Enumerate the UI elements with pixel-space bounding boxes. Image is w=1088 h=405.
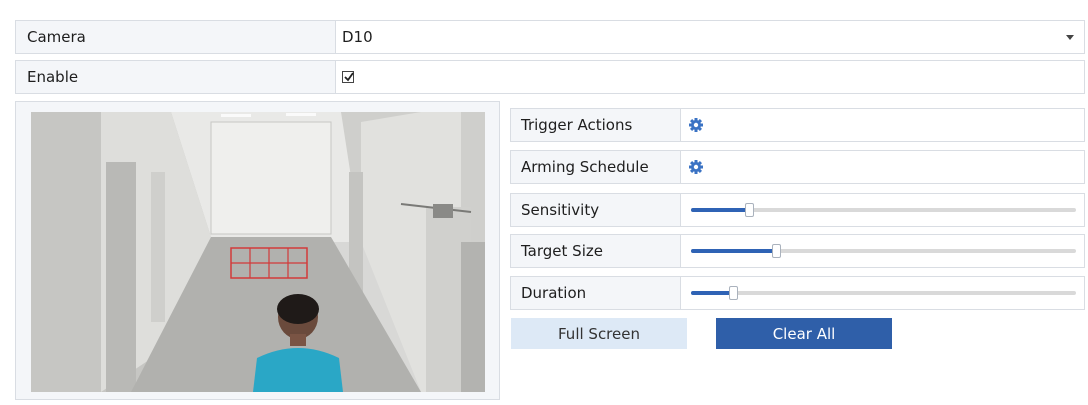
gear-icon[interactable] [685, 114, 707, 136]
target-size-label: Target Size [511, 235, 681, 267]
target-size-slider-fill [691, 249, 776, 253]
sensitivity-slider-thumb[interactable] [744, 203, 754, 217]
arming-schedule-label: Arming Schedule [511, 151, 681, 183]
preview-panel [15, 101, 500, 400]
target-size-row: Target Size [510, 234, 1085, 268]
sensitivity-label: Sensitivity [511, 194, 681, 226]
enable-checkbox[interactable] [342, 71, 354, 83]
trigger-actions-label: Trigger Actions [511, 109, 681, 141]
camera-select-value: D10 [342, 28, 373, 46]
arming-schedule-row: Arming Schedule [510, 150, 1085, 184]
full-screen-button[interactable]: Full Screen [511, 318, 687, 349]
chevron-down-icon [1066, 35, 1074, 40]
trigger-actions-row: Trigger Actions [510, 108, 1085, 142]
camera-preview[interactable] [31, 112, 485, 392]
target-size-slider-thumb[interactable] [771, 244, 781, 258]
checkmark-icon [344, 72, 354, 82]
duration-label: Duration [511, 277, 681, 309]
corridor-scene [31, 112, 485, 392]
camera-select[interactable]: D10 [336, 21, 1084, 53]
target-size-slider[interactable] [691, 244, 1076, 258]
duration-slider[interactable] [691, 286, 1076, 300]
duration-row: Duration [510, 276, 1085, 310]
clear-all-button[interactable]: Clear All [716, 318, 892, 349]
duration-slider-thumb[interactable] [729, 286, 739, 300]
enable-row: Enable [15, 60, 1085, 94]
camera-label: Camera [16, 21, 336, 53]
gear-icon[interactable] [685, 156, 707, 178]
enable-label: Enable [16, 61, 336, 93]
sensitivity-slider-fill [691, 208, 749, 212]
duration-slider-fill [691, 291, 734, 295]
sensitivity-row: Sensitivity [510, 193, 1085, 227]
sensitivity-slider[interactable] [691, 203, 1076, 217]
camera-row: Camera D10 [15, 20, 1085, 54]
